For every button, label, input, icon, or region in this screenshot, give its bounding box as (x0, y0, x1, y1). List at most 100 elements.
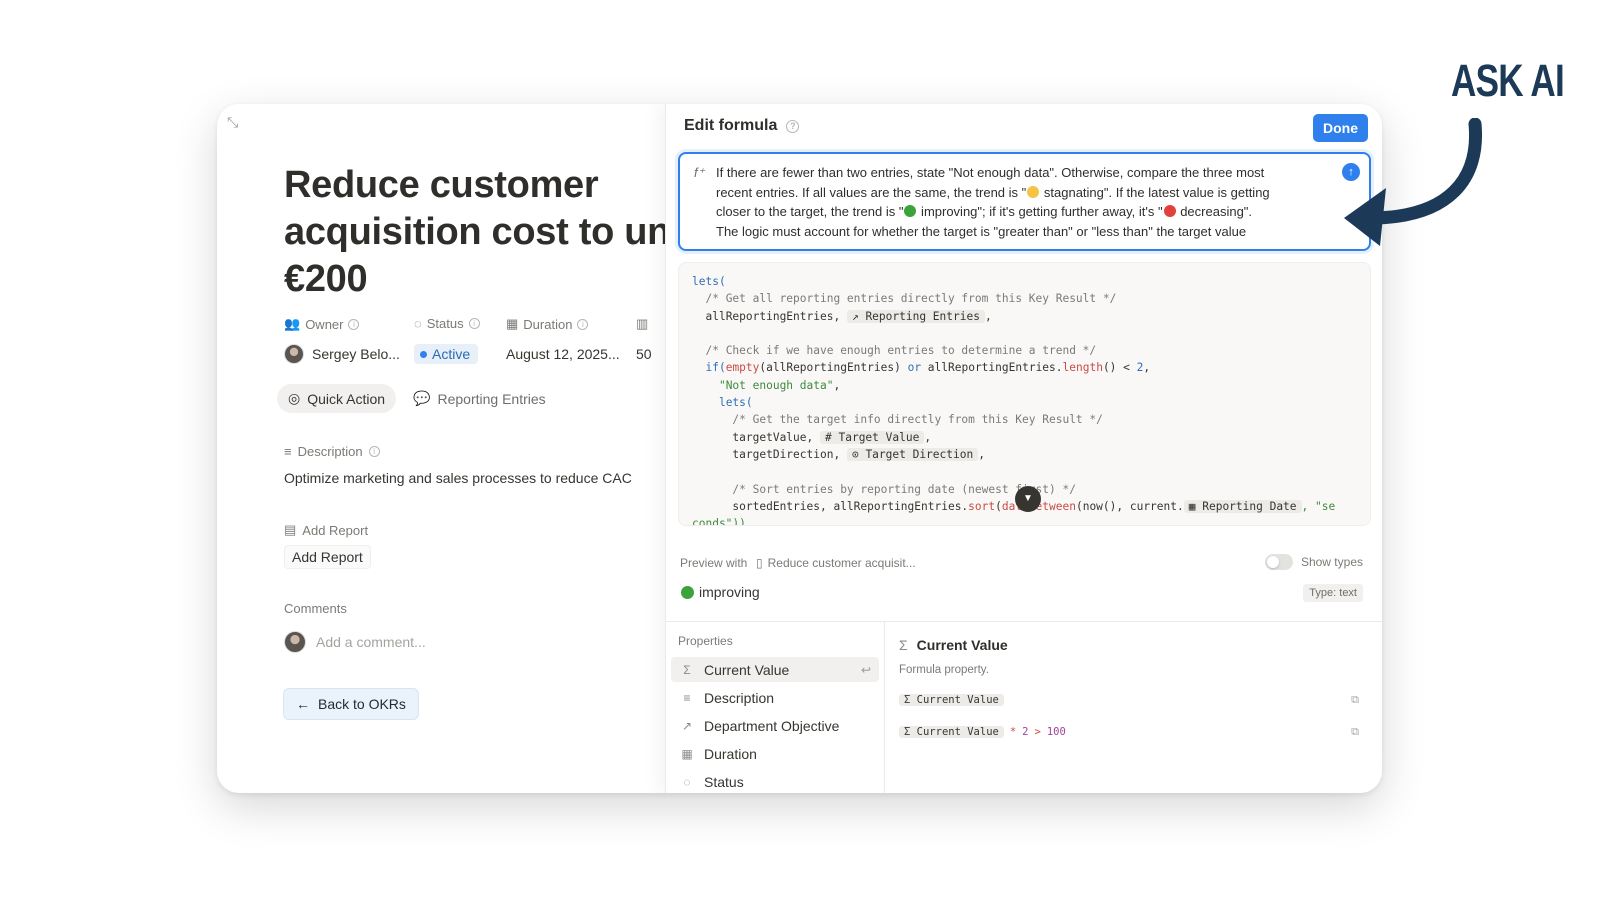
description-value[interactable]: Optimize marketing and sales processes t… (284, 470, 632, 486)
code-token: * (1009, 726, 1017, 738)
ai-prompt-text[interactable]: If there are fewer than two entries, sta… (716, 163, 1326, 241)
prompt-line-3a: closer to the target, the trend is " (716, 204, 904, 220)
preview-page-name: Reduce customer acquisit... (767, 556, 916, 570)
expand-icon[interactable]: ⤡ (227, 114, 243, 130)
code-string: conds")), (692, 517, 753, 526)
green-circle-icon (904, 205, 917, 218)
status-dot-icon (420, 350, 427, 358)
duration-property-header[interactable]: ▦ Duration i (506, 316, 589, 332)
yellow-circle-icon (1027, 185, 1040, 198)
code-comment: /* Get all reporting entries directly fr… (705, 292, 1117, 306)
properties-list: Properties Σ Current Value ↩ ≡ Descripti… (666, 622, 885, 793)
calendar-icon: ▦ (506, 316, 519, 331)
report-icon: ▤ (284, 522, 297, 537)
page-card: ⤡ Reduce customer acquisition cost to un… (217, 104, 1382, 793)
status-property-header[interactable]: ◌ Status i (414, 316, 480, 331)
example-row[interactable]: Σ Current Value * 2 > 100 ⧉ (899, 720, 1369, 744)
properties-section: Properties Σ Current Value ↩ ≡ Descripti… (666, 621, 1382, 793)
status-label: Status (426, 316, 464, 331)
example-row[interactable]: Σ Current Value ⧉ (899, 688, 1369, 712)
property-chip[interactable]: # Target Value (820, 430, 925, 444)
property-item-status[interactable]: ◌ Status (671, 769, 879, 793)
page-title[interactable]: Reduce customer acquisition cost to unde… (284, 162, 665, 303)
comments-label: Comments (284, 601, 347, 616)
formula-code[interactable]: lets( /* Get all reporting entries direc… (692, 273, 1335, 526)
description-label[interactable]: ≡ Description i (284, 444, 380, 459)
status-dashed-icon: ◌ (683, 774, 691, 789)
tab-label: Quick Action (307, 390, 386, 407)
scroll-down-icon[interactable]: ▼ (1015, 486, 1041, 512)
info-icon: i (348, 318, 360, 330)
properties-heading: Properties (678, 634, 733, 648)
code-token: targetDirection, (732, 447, 841, 461)
property-item-department-objective[interactable]: ↗ Department Objective (671, 713, 879, 738)
code-token: ( (995, 499, 1002, 513)
owner-label: Owner (305, 316, 344, 332)
page-icon: ▯ (756, 556, 763, 570)
duration-value[interactable]: August 12, 2025... (506, 341, 620, 367)
bar-chart-icon: ▥ (636, 316, 649, 331)
owner-property-header[interactable]: 👥 Owner i (284, 316, 360, 332)
back-to-okrs-button[interactable]: ← Back to OKRs (283, 688, 419, 720)
copy-icon[interactable]: ⧉ (1351, 694, 1359, 707)
property-chip: Σ Current Value (899, 726, 1004, 738)
add-report-label[interactable]: ▤ Add Report (284, 522, 368, 538)
calendar-icon: ▦ (1188, 499, 1203, 513)
property-detail: Σ Current Value Formula property. Σ Curr… (885, 622, 1382, 793)
chip-label: Current Value (916, 694, 999, 706)
help-icon[interactable]: ? (786, 119, 800, 133)
prompt-line-2b: stagnating". If the latest value is gett… (1040, 184, 1270, 200)
tab-quick-action[interactable]: ◎ Quick Action (277, 384, 397, 413)
preview-page-selector[interactable]: ▯ Reduce customer acquisit... (756, 556, 916, 570)
curved-arrow-icon (1344, 118, 1483, 246)
add-report-button[interactable]: Add Report (284, 545, 371, 569)
code-token: (allReportingEntries) (759, 361, 908, 375)
type-badge: Type: text (1303, 584, 1363, 602)
prompt-line-1: If there are fewer than two entries, sta… (716, 165, 1265, 180)
property-chip[interactable]: ⊙ Target Direction (846, 447, 979, 461)
code-token: sort (968, 499, 996, 513)
edit-formula-title-text: Edit formula (684, 117, 778, 134)
okr-page: ⤡ Reduce customer acquisition cost to un… (217, 104, 665, 793)
green-circle-icon (681, 585, 694, 599)
tab-reporting-entries[interactable]: 💬 Reporting Entries (402, 384, 557, 413)
people-icon: 👥 (284, 316, 301, 331)
toggle-switch[interactable] (1264, 554, 1293, 570)
property-item-current-value[interactable]: Σ Current Value ↩ (671, 657, 879, 682)
comment-input[interactable]: Add a comment... (316, 634, 426, 650)
show-types-toggle[interactable]: Show types (1264, 554, 1363, 570)
owner-name: Sergey Belo... (312, 346, 400, 362)
property-chip[interactable]: ▦ Reporting Date (1183, 499, 1302, 513)
return-icon: ↩ (860, 662, 871, 677)
progress-value[interactable]: 50 (636, 341, 652, 367)
progress-property-header[interactable]: ▥ (636, 316, 648, 332)
status-dashed-icon: ◌ (414, 316, 422, 331)
prompt-line-2a: recent entries. If all values are the sa… (716, 184, 1027, 200)
relation-arrow-icon: ↗ (681, 718, 693, 733)
formula-code-editor[interactable]: lets( /* Get all reporting entries direc… (678, 262, 1371, 526)
ai-prompt-input[interactable]: f⁺ If there are fewer than two entries, … (678, 152, 1371, 251)
property-chip[interactable]: ↗ Reporting Entries (846, 309, 985, 323)
detail-title: Σ Current Value (899, 637, 1008, 653)
chip-label: Target Direction (865, 447, 974, 461)
status-badge[interactable]: Active (414, 344, 479, 364)
ask-ai-annotation: ASK AI (1451, 55, 1565, 106)
property-item-description[interactable]: ≡ Description (671, 685, 879, 710)
detail-subtitle: Formula property. (899, 664, 989, 676)
preview-result-row: improving Type: text (680, 584, 1363, 604)
property-item-duration[interactable]: ▦ Duration (671, 741, 879, 766)
property-item-label: Duration (704, 745, 757, 762)
info-icon: i (368, 446, 380, 457)
edit-formula-title: Edit formula ? (684, 117, 800, 135)
relation-arrow-icon: ↗ (851, 309, 866, 323)
code-token: 2 (1022, 726, 1029, 738)
code-comment: /* Get the target info directly from thi… (732, 413, 1103, 427)
comment-input-row[interactable]: Add a comment... (284, 631, 426, 653)
copy-icon[interactable]: ⧉ (1351, 726, 1359, 739)
chip-label: Current Value (916, 726, 999, 738)
code-token: 2 (1136, 361, 1144, 375)
status-value[interactable]: Active (414, 341, 479, 367)
code-token: allReportingEntries. (921, 361, 1063, 375)
owner-value[interactable]: Sergey Belo... (284, 341, 400, 367)
arrow-left-icon: ← (296, 696, 310, 712)
